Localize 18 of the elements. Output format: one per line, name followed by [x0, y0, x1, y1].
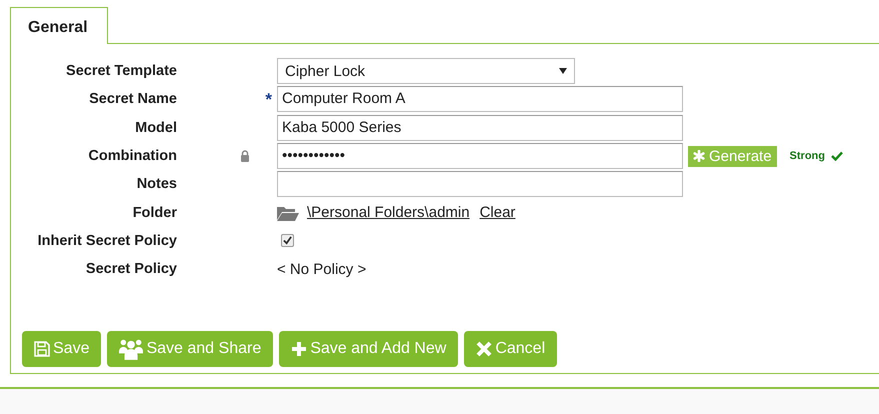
policy-text: < No Policy >	[277, 260, 366, 278]
field-label: Notes	[136, 176, 177, 192]
input-field[interactable]: ••••••••••••	[277, 143, 683, 170]
field-label: Secret Policy	[84, 261, 177, 278]
input-field[interactable]: Kaba 5000 Series	[277, 114, 683, 141]
field-label: Secret Name	[88, 91, 177, 108]
strength-text: Strong	[790, 150, 825, 162]
clear-link[interactable]: Clear	[480, 204, 516, 222]
field-label: Secret Template	[65, 63, 177, 80]
tab[interactable]: General	[10, 7, 108, 44]
field-label: Model	[134, 120, 177, 136]
folder-link[interactable]: \Personal Folders\admin	[307, 204, 470, 222]
template-dropdown[interactable]: Cipher Lock	[277, 58, 575, 84]
required-mark: *	[265, 90, 272, 110]
field-label: Combination	[87, 148, 177, 164]
input-field[interactable]: Computer Room A	[277, 86, 683, 112]
field-label: Inherit Secret Policy	[36, 232, 177, 249]
field-label: Folder	[132, 204, 177, 221]
